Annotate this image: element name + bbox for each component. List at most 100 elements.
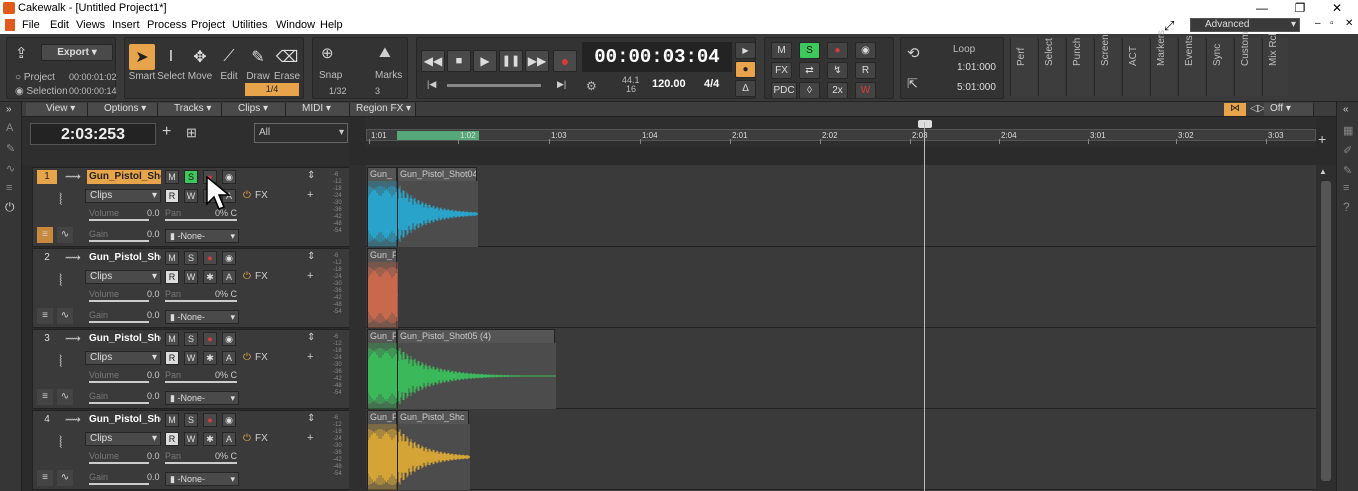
automation-lanes-icon[interactable]: ∿ [57, 227, 73, 243]
track-name[interactable]: Gun_Pistol_Shot [87, 170, 161, 184]
volume-value[interactable]: 0.0 [147, 370, 160, 380]
read-automation-button[interactable]: R [165, 189, 179, 203]
erase-tool-icon[interactable]: ⌫ [274, 44, 300, 70]
doc-close-icon[interactable]: ✕ [1345, 18, 1353, 29]
tempo-value[interactable]: 120.00 [652, 78, 686, 90]
read-automation-button[interactable]: R [165, 351, 179, 365]
track-filter-dropdown[interactable]: All ▾ [254, 123, 348, 143]
notes-icon[interactable]: ✎ [1343, 164, 1352, 177]
input-echo-icon[interactable]: ◉ [222, 251, 236, 265]
position-slider[interactable] [447, 84, 541, 87]
solo-button[interactable]: S [184, 170, 198, 184]
input-echo-icon[interactable]: ◉ [222, 413, 236, 427]
freeze-icon[interactable]: ✱ [203, 432, 217, 446]
expand-inspector-icon[interactable]: » [6, 104, 12, 115]
metronome-icon[interactable]: ⚙ [586, 79, 597, 93]
offline-icon[interactable]: ◊ [799, 82, 820, 99]
pan-slider[interactable] [165, 462, 237, 464]
mix-recall-module-button[interactable]: Mix Rcl [1262, 33, 1288, 96]
track-height-icon[interactable]: ⇕ [307, 332, 315, 343]
add-fx-icon[interactable]: + [307, 432, 313, 444]
fx-power-icon[interactable]: ⏻ [243, 352, 251, 363]
region-fx-menu[interactable]: Region FX ▾ [350, 103, 416, 116]
track-view-dropdown[interactable]: Clips ▾ [85, 189, 161, 203]
track-lane[interactable]: Gun_ Gun_Pistol_Shot04 [366, 167, 1316, 247]
track-strip[interactable]: 3 ⟿ Gun_Pistol_Shot M S ● ◉ ⇕ ⦚ Clips▾ R… [32, 329, 350, 409]
power-icon[interactable]: ⏻ [5, 200, 15, 215]
automation-lanes-icon[interactable]: ∿ [57, 470, 73, 486]
solo-button[interactable]: S [184, 332, 198, 346]
loop-indicator-icon[interactable]: ● [735, 61, 756, 78]
track-lane[interactable]: Gun_P [366, 248, 1316, 328]
help-icon[interactable]: ? [1343, 200, 1350, 214]
gain-slider[interactable] [89, 483, 149, 485]
options-menu[interactable]: Options ▾ [88, 103, 158, 116]
punch-icon[interactable]: ⇱ [907, 76, 918, 92]
text-icon[interactable]: A [6, 122, 13, 134]
tracks-menu[interactable]: Tracks ▾ [158, 103, 222, 116]
read-automation-button[interactable]: R [165, 432, 179, 446]
menu-views[interactable]: Views [76, 19, 105, 31]
track-menu-icon[interactable]: ≡ [37, 470, 53, 486]
doc-minimize-icon[interactable]: – [1315, 18, 1321, 29]
mute-button[interactable]: M [165, 251, 179, 265]
gain-value[interactable]: 0.0 [147, 472, 160, 482]
midi-menu[interactable]: MIDI ▾ [286, 103, 350, 116]
snap-resolution-value[interactable]: 1/4 [245, 83, 299, 96]
custom-module-button[interactable]: Custom [1234, 32, 1260, 96]
audio-clip[interactable]: Gun_P [367, 329, 398, 409]
input-echo-icon[interactable]: ◉ [222, 332, 236, 346]
track-strip[interactable]: 1 ⟿ Gun_Pistol_Shot M S ● ◉ ⇕ ⦚ Clips▾ R… [32, 167, 350, 247]
brush-icon[interactable]: ✐ [1343, 144, 1352, 157]
freeze-icon[interactable]: ✱ [203, 270, 217, 284]
track-number[interactable]: 2 [37, 251, 57, 265]
menu-insert[interactable]: Insert [112, 19, 140, 31]
vertical-scrollbar[interactable]: ▲ [1316, 165, 1336, 491]
volume-slider[interactable] [89, 462, 149, 464]
list-view-icon[interactable]: ≡ [1343, 182, 1349, 194]
track-menu-icon[interactable]: ≡ [37, 308, 53, 324]
audio-clip[interactable]: Gun_P [367, 248, 398, 328]
volume-value[interactable]: 0.0 [147, 289, 160, 299]
volume-slider[interactable] [89, 381, 149, 383]
track-view-dropdown[interactable]: Clips ▾ [85, 270, 161, 284]
solo-button[interactable]: S [184, 413, 198, 427]
input-echo-icon[interactable]: ◉ [855, 42, 876, 59]
add-fx-icon[interactable]: + [307, 270, 313, 282]
snap-toggle-icon[interactable]: ⋈ [1224, 103, 1246, 116]
track-number[interactable]: 4 [37, 413, 57, 427]
input-dropdown[interactable]: ▮ -None- ▾ [165, 310, 239, 324]
meter-value[interactable]: 4/4 [704, 78, 719, 90]
perf-module-button[interactable]: Perf [1010, 38, 1036, 96]
menu-file[interactable]: File [22, 19, 40, 31]
archive-button[interactable]: A [222, 351, 236, 365]
fx-bypass-button[interactable]: FX [771, 62, 792, 79]
write-automation-button[interactable]: W [184, 432, 198, 446]
x2-button[interactable]: 2x [827, 82, 848, 99]
automation-lanes-icon[interactable]: ∿ [57, 389, 73, 405]
menu-window[interactable]: Window [276, 19, 315, 31]
pan-slider[interactable] [165, 300, 237, 302]
track-strip[interactable]: 2 ⟿ Gun_Pistol_Shot M S ● ◉ ⇕ ⦚ Clips▾ R… [32, 248, 350, 328]
punch-module-button[interactable]: Punch [1066, 38, 1092, 96]
audio-clip[interactable]: Gun_Pistol_Shot05 (4) [397, 329, 556, 409]
edit-tool-icon[interactable]: ⟋ [216, 44, 242, 70]
add-fx-icon[interactable]: + [307, 351, 313, 363]
project-radio[interactable]: ○ Project [15, 72, 55, 83]
fx-power-icon[interactable]: ⏻ [243, 271, 251, 282]
mute-button[interactable]: M [165, 170, 179, 184]
record-arm-icon[interactable]: ● [203, 332, 217, 346]
pane-splitter[interactable] [349, 165, 366, 491]
export-button[interactable]: Export ▾ [41, 44, 113, 61]
input-dropdown[interactable]: ▮ -None- ▾ [165, 229, 239, 243]
add-ruler-icon[interactable]: + [1318, 131, 1326, 147]
scroll-thumb[interactable] [1321, 181, 1331, 481]
gain-value[interactable]: 0.0 [147, 229, 160, 239]
screen-module-button[interactable]: Screen [1094, 34, 1120, 96]
global-record-icon[interactable]: ● [827, 42, 848, 59]
fx-power-icon[interactable]: ⏻ [243, 433, 251, 444]
add-fx-icon[interactable]: + [307, 189, 313, 201]
track-menu-icon[interactable]: ≡ [37, 389, 53, 405]
record-arm-icon[interactable]: ● [203, 413, 217, 427]
folder-icon[interactable]: ▦ [1343, 124, 1353, 137]
